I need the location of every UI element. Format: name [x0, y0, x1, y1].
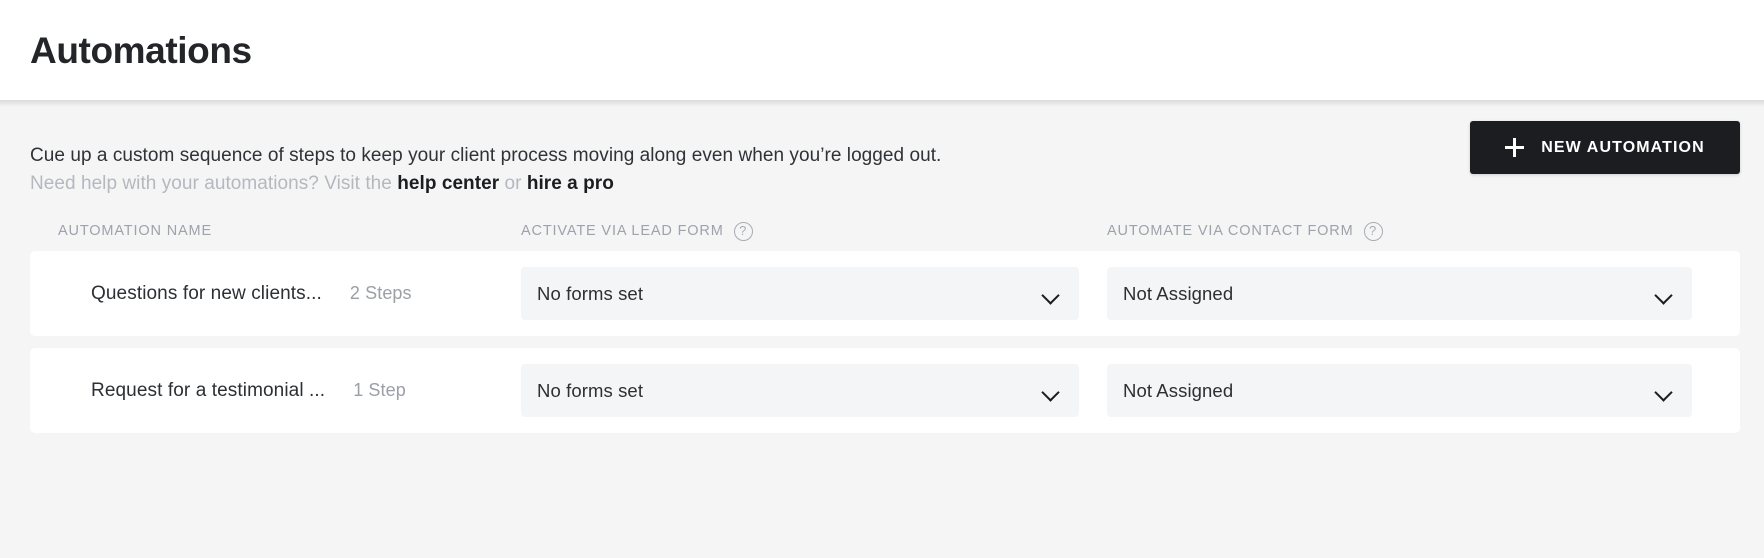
chevron-down-icon: [1655, 386, 1672, 396]
new-automation-button-label: NEW AUTOMATION: [1541, 138, 1705, 156]
intro-block: Cue up a custom sequence of steps to kee…: [30, 100, 1740, 199]
table-row[interactable]: Request for a testimonial ... 1 Step No …: [30, 348, 1740, 433]
new-automation-button[interactable]: NEW AUTOMATION: [1470, 121, 1740, 174]
contact-form-cell: Not Assigned: [1107, 364, 1720, 417]
column-header-automation-name: AUTOMATION NAME: [58, 223, 521, 239]
table-header-row: AUTOMATION NAME ACTIVATE VIA LEAD FORM ?…: [30, 214, 1740, 248]
steps-count: 2 Steps: [349, 282, 412, 303]
lead-form-select[interactable]: No forms set: [521, 267, 1079, 320]
column-header-label: ACTIVATE VIA LEAD FORM: [521, 223, 724, 239]
contact-form-select-value: Not Assigned: [1123, 379, 1234, 401]
lead-form-cell: No forms set: [521, 267, 1107, 320]
automations-list: Questions for new clients... 2 Steps No …: [30, 251, 1740, 433]
intro-help-prefix: Need help with your automations? Visit t…: [30, 173, 398, 194]
chevron-down-icon: [1042, 289, 1059, 299]
hire-a-pro-link[interactable]: hire a pro: [527, 173, 614, 194]
plus-icon: [1505, 138, 1525, 157]
automation-name: Request for a testimonial ...: [91, 379, 326, 401]
lead-form-select-value: No forms set: [537, 379, 644, 401]
help-center-link[interactable]: help center: [397, 173, 499, 194]
column-header-activate-via-lead-form: ACTIVATE VIA LEAD FORM ?: [521, 221, 1107, 241]
page-header: Automations: [0, 0, 1764, 107]
lead-form-cell: No forms set: [521, 364, 1107, 417]
contact-form-select-value: Not Assigned: [1123, 282, 1234, 304]
column-header-automate-via-contact-form: AUTOMATE VIA CONTACT FORM ?: [1107, 221, 1740, 241]
column-header-label: AUTOMATE VIA CONTACT FORM: [1107, 223, 1354, 239]
page-title: Automations: [30, 29, 252, 71]
page-content: Cue up a custom sequence of steps to kee…: [0, 100, 1764, 558]
automation-name: Questions for new clients...: [91, 282, 322, 304]
chevron-down-icon: [1042, 386, 1059, 396]
automation-name-cell: Request for a testimonial ... 1 Step: [58, 380, 521, 402]
intro-help-middle: or: [499, 173, 527, 194]
automation-name-cell: Questions for new clients... 2 Steps: [58, 283, 521, 305]
contact-form-select[interactable]: Not Assigned: [1107, 364, 1692, 417]
table-row[interactable]: Questions for new clients... 2 Steps No …: [30, 251, 1740, 336]
steps-count: 1 Step: [353, 379, 406, 400]
contact-form-select[interactable]: Not Assigned: [1107, 267, 1692, 320]
automations-page: Automations Cue up a custom sequence of …: [0, 0, 1764, 558]
column-header-label: AUTOMATION NAME: [58, 223, 212, 239]
lead-form-select-value: No forms set: [537, 282, 644, 304]
help-icon[interactable]: ?: [1363, 221, 1383, 241]
chevron-down-icon: [1655, 289, 1672, 299]
help-icon[interactable]: ?: [733, 221, 753, 241]
lead-form-select[interactable]: No forms set: [521, 364, 1079, 417]
contact-form-cell: Not Assigned: [1107, 267, 1720, 320]
